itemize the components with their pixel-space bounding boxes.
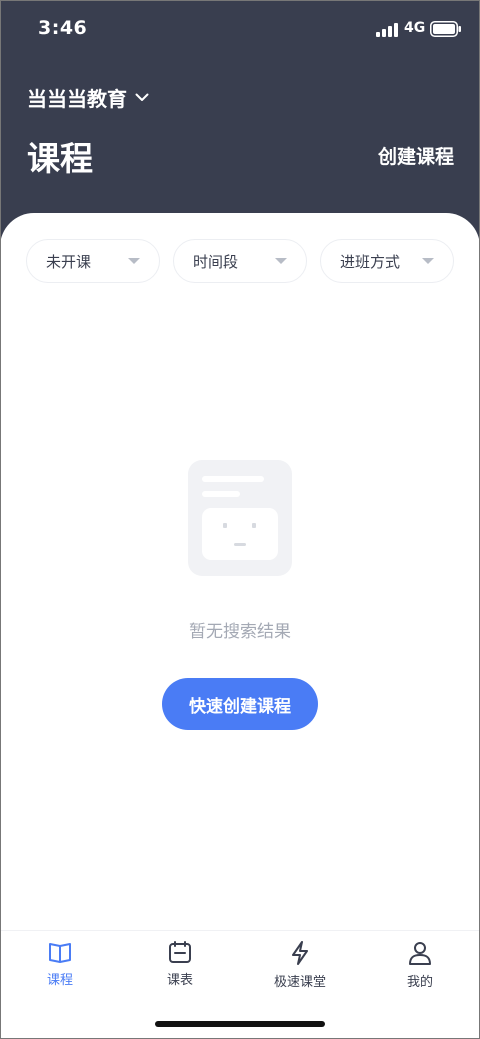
empty-state-icon	[188, 460, 292, 580]
tab-label: 我的	[406, 975, 433, 990]
book-icon	[48, 941, 72, 963]
signal-icon	[376, 22, 398, 41]
filter-time[interactable]: 时间段	[173, 239, 307, 283]
caret-down-icon	[275, 258, 287, 264]
tab-quick-class[interactable]: 极速课堂	[250, 941, 350, 997]
tab-label: 课程	[46, 973, 73, 988]
page-title: 课程	[27, 139, 93, 178]
caret-down-icon	[128, 258, 140, 264]
empty-state-message: 暂无搜索结果	[189, 622, 291, 642]
calendar-icon	[168, 941, 192, 963]
user-icon	[408, 941, 432, 965]
filter-label: 进班方式	[340, 252, 401, 271]
org-selector[interactable]: 当当当教育	[27, 82, 149, 112]
lightning-icon	[288, 941, 312, 965]
battery-icon	[430, 21, 462, 41]
org-name: 当当当教育	[27, 86, 127, 111]
quick-create-course-button[interactable]: 快速创建课程	[162, 678, 318, 730]
tab-label: 课表	[166, 973, 193, 988]
status-bar: 3:46 4G	[0, 0, 480, 58]
tab-profile[interactable]: 我的	[370, 941, 470, 997]
filter-label: 时间段	[193, 252, 239, 271]
caret-down-icon	[422, 258, 434, 264]
tab-label: 极速课堂	[273, 975, 326, 990]
network-label: 4G	[404, 20, 426, 36]
filter-bar: 未开课 时间段 进班方式	[26, 239, 454, 283]
filter-status[interactable]: 未开课	[26, 239, 160, 283]
status-time: 3:46	[38, 17, 88, 39]
filter-label: 未开课	[46, 252, 92, 271]
home-indicator[interactable]	[155, 1021, 325, 1027]
tab-courses[interactable]: 课程	[10, 941, 110, 997]
filter-enroll-method[interactable]: 进班方式	[320, 239, 454, 283]
content-card: 未开课 时间段 进班方式 暂无搜索结果 快速创建课程	[0, 213, 480, 1039]
create-course-button[interactable]: 创建课程	[378, 142, 454, 169]
chevron-down-icon	[135, 93, 149, 102]
tab-schedule[interactable]: 课表	[130, 941, 230, 997]
